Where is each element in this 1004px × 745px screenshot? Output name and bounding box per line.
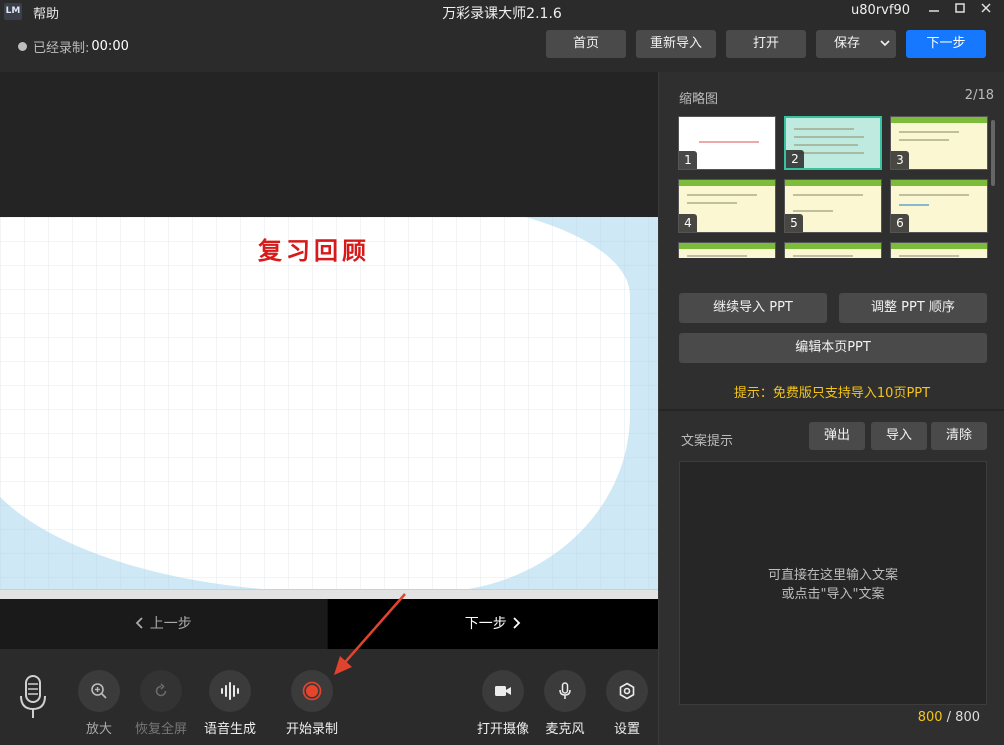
close-icon[interactable] <box>974 0 998 22</box>
prev-slide-button[interactable]: 上一步 <box>0 599 327 649</box>
start-record-tool[interactable]: 开始录制 <box>277 670 347 737</box>
edit-page-ppt-button[interactable]: 编辑本页PPT <box>679 333 987 363</box>
script-placeholder-line1: 可直接在这里输入文案 <box>767 568 898 583</box>
slide-thumbnail[interactable]: 8 <box>784 242 882 258</box>
microphone-level-icon <box>18 674 48 722</box>
zoom-in-tool[interactable]: 放大 <box>64 670 134 737</box>
next-step-button[interactable]: 下一步 <box>906 30 986 58</box>
slide-title: 复习回顾 <box>258 236 370 265</box>
character-count-max: 800 <box>955 710 980 725</box>
slide-thumbnail[interactable]: 4 <box>678 179 776 233</box>
character-count-used: 800 <box>917 710 943 725</box>
record-status-dot <box>18 42 27 51</box>
settings-tool[interactable]: 设置 <box>592 670 662 737</box>
next-slide-label: 下一步 <box>464 616 507 632</box>
import-button[interactable]: 导入 <box>871 422 927 450</box>
thumbnails-header: 缩略图 <box>679 92 719 107</box>
gear-icon <box>606 670 648 712</box>
maximize-icon[interactable] <box>948 0 972 22</box>
slide-thumbnail[interactable]: 7 <box>678 242 776 258</box>
bottom-toolbar: 放大 恢复全屏 语音生成 开始录制 打开摄像 麦克风 设置 <box>0 649 658 745</box>
right-panel: 缩略图 2/18 1 2 3 4 5 6 继续导入 PPT 调整 PPT 顺序 … <box>658 72 1004 745</box>
slide-preview[interactable]: 复习回顾 <box>0 217 658 599</box>
save-label: 保存 <box>833 36 860 51</box>
free-version-tip: 提示：免费版只支持导入10页PPT <box>733 386 931 401</box>
record-icon <box>291 670 333 712</box>
popup-button[interactable]: 弹出 <box>809 422 865 450</box>
restore-fullscreen-label: 恢复全屏 <box>134 722 187 737</box>
continue-import-ppt-button[interactable]: 继续导入 PPT <box>679 293 827 323</box>
character-count-separator: / <box>942 710 956 725</box>
chevron-down-icon[interactable] <box>880 30 890 69</box>
chevron-left-icon <box>135 617 143 629</box>
microphone-icon <box>544 670 586 712</box>
script-textarea[interactable]: 可直接在这里输入文案 或点击"导入"文案 <box>679 461 987 705</box>
waveform-icon <box>209 670 251 712</box>
script-header: 文案提示 <box>681 434 734 449</box>
slide-thumbnail[interactable]: 3 <box>890 116 988 170</box>
voice-generate-label: 语音生成 <box>203 722 256 737</box>
reimport-button[interactable]: 重新导入 <box>636 30 716 58</box>
record-status-label: 已经录制: <box>33 41 90 56</box>
home-button[interactable]: 首页 <box>546 30 626 58</box>
microphone-label: 麦克风 <box>545 722 585 737</box>
start-record-label: 开始录制 <box>285 722 338 737</box>
adjust-ppt-order-button[interactable]: 调整 PPT 顺序 <box>839 293 987 323</box>
panel-divider <box>659 409 1004 411</box>
slide-thumbnail[interactable]: 9 <box>890 242 988 258</box>
zoom-in-label: 放大 <box>85 722 112 737</box>
prev-slide-label: 上一步 <box>149 616 192 632</box>
record-time: 00:00 <box>91 39 129 54</box>
save-button[interactable]: 保存 <box>816 30 896 58</box>
open-camera-label: 打开摄像 <box>476 722 529 737</box>
slide-grid <box>0 217 658 599</box>
zoom-in-icon <box>78 670 120 712</box>
slide-navigation: 上一步 下一步 <box>0 599 658 649</box>
minimize-icon[interactable] <box>922 0 946 22</box>
script-placeholder-line2: 或点击"导入"文案 <box>781 587 885 602</box>
title-bar: LM 帮助 万彩录课大师2.1.6 u80rvf90 <box>0 0 1004 24</box>
open-button[interactable]: 打开 <box>726 30 806 58</box>
microphone-tool[interactable]: 麦克风 <box>530 670 600 737</box>
script-placeholder: 可直接在这里输入文案 或点击"导入"文案 <box>680 566 986 604</box>
clear-button[interactable]: 清除 <box>931 422 987 450</box>
record-status: 已经录制: 00:00 <box>18 37 129 56</box>
thumbnail-grid: 1 2 3 4 5 6 <box>678 116 990 258</box>
username[interactable]: u80rvf90 <box>851 3 910 18</box>
voice-generate-tool[interactable]: 语音生成 <box>195 670 265 737</box>
top-toolbar: 已经录制: 00:00 首页 重新导入 打开 保存 下一步 <box>0 24 1004 72</box>
restore-fullscreen-tool[interactable]: 恢复全屏 <box>126 670 196 737</box>
slide-ruler <box>0 589 658 599</box>
camera-icon <box>482 670 524 712</box>
slide-thumbnail[interactable]: 5 <box>784 179 882 233</box>
character-count: 800 / 800 <box>918 710 980 725</box>
slide-thumbnail-selected[interactable]: 2 <box>784 116 882 170</box>
next-slide-button[interactable]: 下一步 <box>328 599 658 649</box>
slide-thumbnail[interactable]: 6 <box>890 179 988 233</box>
thumbnail-scrollbar[interactable] <box>991 120 995 186</box>
restore-icon <box>140 670 182 712</box>
settings-label: 设置 <box>613 722 640 737</box>
chevron-right-icon <box>513 617 521 629</box>
slide-canvas[interactable]: 复习回顾 <box>0 72 658 599</box>
slide-thumbnail[interactable]: 1 <box>678 116 776 170</box>
page-counter: 2/18 <box>964 88 994 103</box>
open-camera-tool[interactable]: 打开摄像 <box>468 670 538 737</box>
